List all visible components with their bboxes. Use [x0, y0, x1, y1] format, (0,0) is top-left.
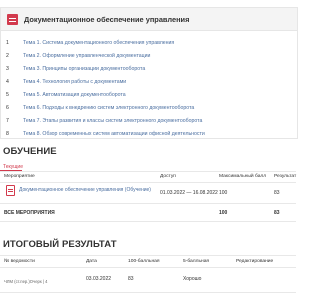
- topic-link[interactable]: Тема 1. Система документационного обеспе…: [23, 40, 174, 46]
- statement-date: 03.03.2022: [86, 276, 112, 282]
- divider: [0, 267, 296, 268]
- course-title: Документационное обеспечение управления: [24, 14, 190, 24]
- learning-heading: ОБУЧЕНИЕ: [3, 146, 57, 157]
- divider: [0, 221, 296, 222]
- divider: [0, 255, 296, 256]
- topic-number: 3: [6, 66, 9, 72]
- topic-link[interactable]: Тема 5. Автоматизация документооборота: [23, 92, 126, 98]
- topic-link[interactable]: Тема 8. Обзор современных систем автомат…: [23, 131, 205, 137]
- divider: [0, 182, 296, 183]
- divider: [0, 292, 296, 293]
- topic-item[interactable]: 8 Тема 8. Обзор современных систем автом…: [1, 128, 297, 140]
- score-100-value: 83: [128, 276, 134, 282]
- topic-number: 4: [6, 79, 9, 85]
- divider: [0, 171, 296, 172]
- topic-item[interactable]: 7 Тема 7. Этапы развития и классы систем…: [1, 115, 297, 127]
- topic-number: 6: [6, 105, 9, 111]
- header-result: Результат: [274, 174, 297, 179]
- topic-link[interactable]: Тема 2. Оформление управленческой докуме…: [23, 53, 150, 59]
- total-label: ВСЕ МЕРОПРИЯТИЯ: [4, 210, 55, 216]
- topic-item[interactable]: 5 Тема 5. Автоматизация документооборота: [1, 89, 297, 101]
- topic-item[interactable]: 3 Тема 3. Принципы организации документо…: [1, 63, 297, 75]
- activity-link[interactable]: Документационное обеспечение управления …: [19, 187, 151, 193]
- topic-item[interactable]: 2 Тема 2. Оформление управленческой доку…: [1, 50, 297, 62]
- header-date: Дата: [86, 259, 97, 264]
- topic-link[interactable]: Тема 7. Этапы развития и классы систем э…: [23, 118, 202, 124]
- score-5-value: Хорошо: [183, 276, 202, 282]
- course-card: Документационное обеспечение управления …: [0, 7, 298, 139]
- access-period: 01.03.2022 — 16.08.2022: [160, 190, 218, 196]
- header-max-score: Максимальный балл: [219, 174, 267, 179]
- topic-number: 2: [6, 53, 9, 59]
- total-result: 83: [274, 210, 280, 216]
- topic-item[interactable]: 4 Тема 4. Технология работы с документам…: [1, 76, 297, 88]
- topic-number: 1: [6, 40, 9, 46]
- header-access: Доступ: [160, 174, 176, 179]
- document-icon: [6, 185, 15, 196]
- topic-number: 8: [6, 131, 9, 137]
- course-header[interactable]: Документационное обеспечение управления: [1, 8, 297, 31]
- result-value: 83: [274, 190, 280, 196]
- header-activity: Мероприятие: [4, 174, 35, 179]
- statement-number: ЧЛМ (ст.пер.)Очерк | 4: [4, 279, 48, 284]
- divider: [0, 203, 296, 204]
- header-editing: Редактирование: [236, 259, 274, 264]
- topic-number: 5: [6, 92, 9, 98]
- topic-item[interactable]: 1 Тема 1. Система документационного обес…: [1, 37, 297, 49]
- document-course-icon: [7, 13, 18, 25]
- total-max-score: 100: [219, 210, 228, 216]
- final-result-heading: ИТОГОВЫЙ РЕЗУЛЬТАТ: [3, 239, 117, 250]
- header-score-100: 100-балльная: [128, 259, 160, 264]
- topic-link[interactable]: Тема 6. Подходы к внедрению систем элект…: [23, 105, 194, 111]
- header-score-5: 5-балльная: [183, 259, 210, 264]
- header-statement: № ведомости: [4, 259, 35, 264]
- topic-item[interactable]: 6 Тема 6. Подходы к внедрению систем эле…: [1, 102, 297, 114]
- max-score-value: 100: [219, 190, 228, 196]
- topic-link[interactable]: Тема 4. Технология работы с документами: [23, 79, 126, 85]
- topic-number: 7: [6, 118, 9, 124]
- topic-link[interactable]: Тема 3. Принципы организации документооб…: [23, 66, 145, 72]
